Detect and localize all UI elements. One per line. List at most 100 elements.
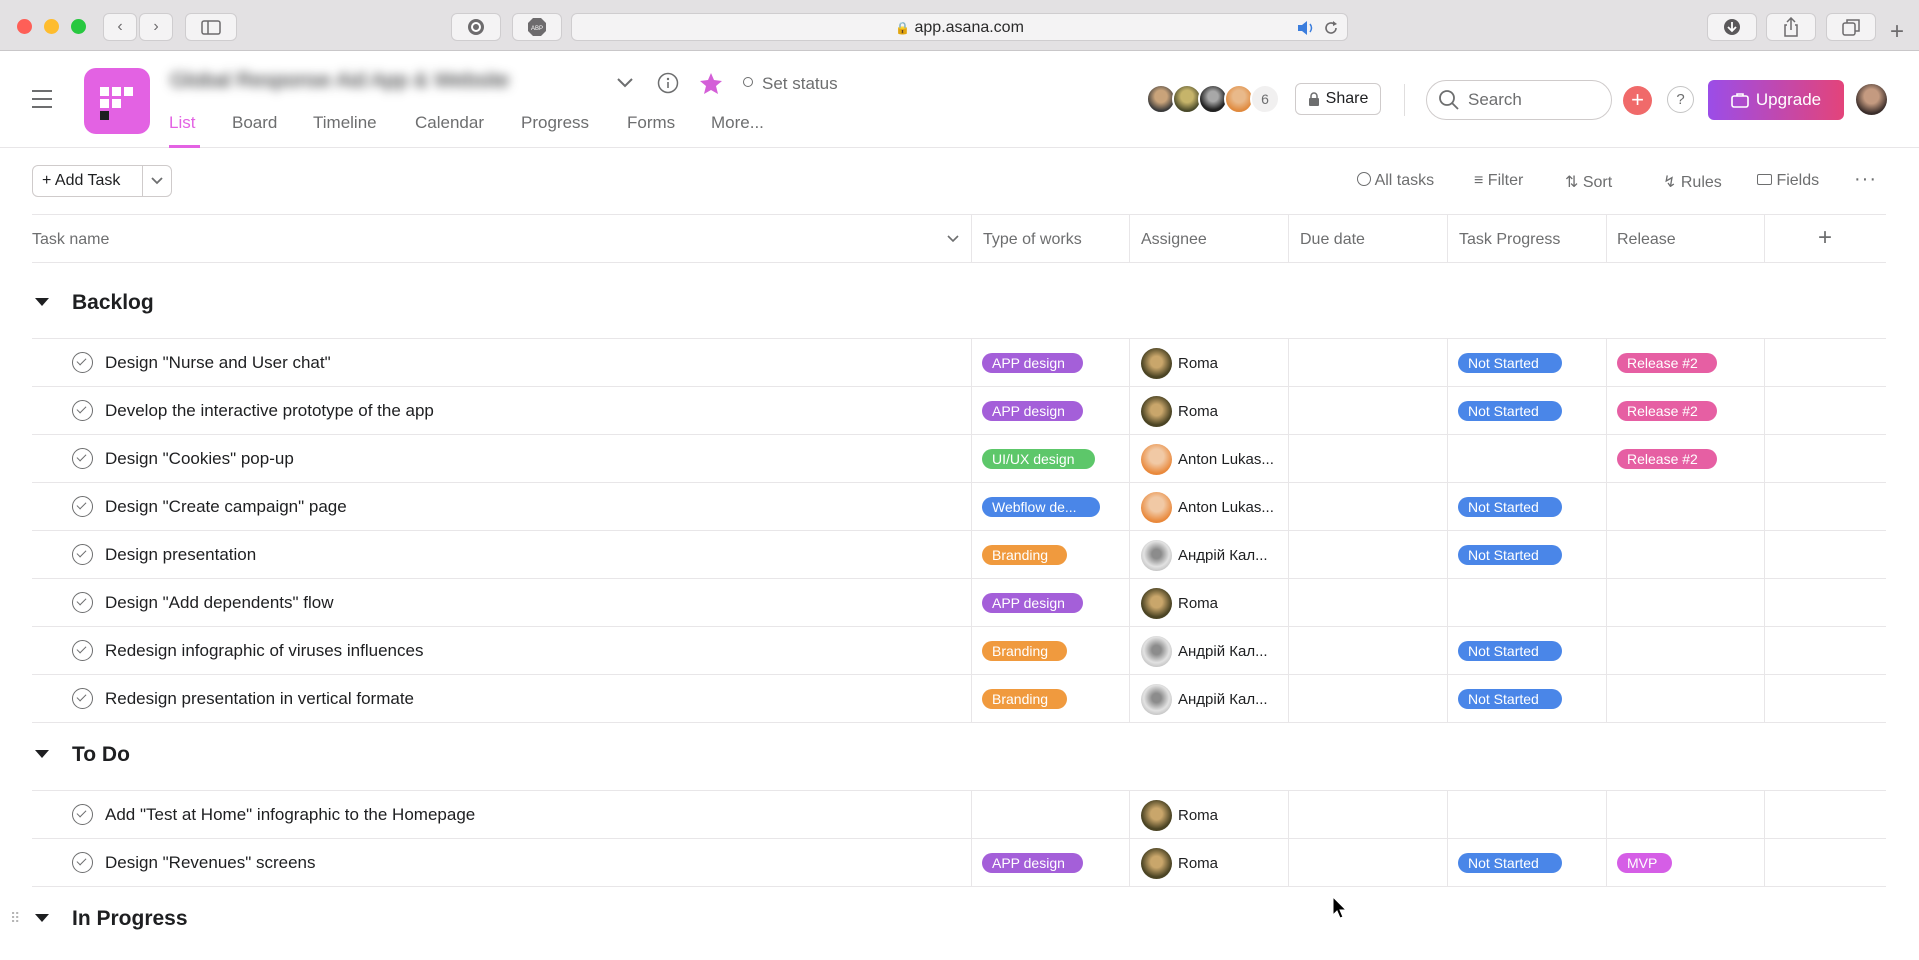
- assignee-name[interactable]: Roma: [1178, 595, 1288, 612]
- adblock-extension-button[interactable]: ABP: [512, 13, 562, 41]
- complete-task-checkbox-icon[interactable]: [72, 400, 93, 421]
- table-row[interactable]: Develop the interactive prototype of the…: [32, 387, 1886, 435]
- type-of-works-tag[interactable]: UI/UX design: [982, 449, 1095, 469]
- column-task-name[interactable]: Task name: [32, 231, 109, 249]
- close-window-button[interactable]: [17, 19, 32, 34]
- task-name[interactable]: Design "Revenues" screens: [105, 853, 316, 873]
- chevron-down-icon[interactable]: [946, 234, 960, 244]
- column-due-date[interactable]: Due date: [1300, 231, 1365, 249]
- section-title-to-do[interactable]: To Do: [72, 743, 130, 767]
- table-row[interactable]: Design "Add dependents" flow APP design Ro…: [32, 579, 1886, 627]
- upgrade-button[interactable]: Upgrade: [1708, 80, 1844, 120]
- forward-button[interactable]: ›: [139, 13, 173, 41]
- avatar[interactable]: [1141, 636, 1172, 667]
- avatar[interactable]: [1141, 492, 1172, 523]
- task-name[interactable]: Develop the interactive prototype of the…: [105, 401, 434, 421]
- avatar[interactable]: [1141, 588, 1172, 619]
- assignee-name[interactable]: Андрій Кал...: [1178, 547, 1288, 564]
- type-of-works-tag[interactable]: Webflow de...: [982, 497, 1100, 517]
- tab-timeline[interactable]: Timeline: [313, 113, 377, 133]
- assignee-name[interactable]: Roma: [1178, 355, 1288, 372]
- collapse-triangle-icon[interactable]: [35, 750, 49, 758]
- task-name[interactable]: Add "Test at Home" infographic to the Ho…: [105, 805, 475, 825]
- release-tag[interactable]: MVP: [1617, 853, 1672, 873]
- filter-button[interactable]: ≡ Filter: [1474, 172, 1523, 190]
- quick-add-button[interactable]: +: [1623, 86, 1652, 115]
- assignee-name[interactable]: Андрій Кал...: [1178, 643, 1288, 660]
- complete-task-checkbox-icon[interactable]: [72, 352, 93, 373]
- column-type-of-works[interactable]: Type of works: [983, 231, 1082, 249]
- avatar[interactable]: [1141, 684, 1172, 715]
- address-bar[interactable]: 🔒 app.asana.com: [571, 13, 1348, 41]
- task-progress-badge[interactable]: Not Started: [1458, 689, 1562, 709]
- assignee-name[interactable]: Андрій Кал...: [1178, 691, 1288, 708]
- table-row[interactable]: Design "Nurse and User chat" APP design Ro…: [32, 339, 1886, 387]
- tab-list[interactable]: List: [169, 113, 195, 133]
- task-progress-badge[interactable]: Not Started: [1458, 353, 1562, 373]
- complete-task-checkbox-icon[interactable]: [72, 496, 93, 517]
- table-row[interactable]: Add "Test at Home" infographic to the Ho…: [32, 791, 1886, 839]
- sidebar-toggle-button[interactable]: [185, 13, 237, 41]
- section-title-backlog[interactable]: Backlog: [72, 291, 154, 315]
- tab-forms[interactable]: Forms: [627, 113, 675, 133]
- task-progress-badge[interactable]: Not Started: [1458, 401, 1562, 421]
- sort-button[interactable]: ⇅ Sort: [1565, 172, 1612, 192]
- assignee-name[interactable]: Anton Lukas...: [1178, 451, 1288, 468]
- type-of-works-tag[interactable]: APP design: [982, 401, 1083, 421]
- tab-calendar[interactable]: Calendar: [415, 113, 484, 133]
- task-progress-badge[interactable]: Not Started: [1458, 641, 1562, 661]
- type-of-works-tag[interactable]: APP design: [982, 353, 1083, 373]
- fields-button[interactable]: Fields: [1757, 172, 1819, 190]
- share-button[interactable]: Share: [1295, 83, 1381, 115]
- task-name[interactable]: Design "Create campaign" page: [105, 497, 347, 517]
- more-options-icon[interactable]: ···: [1854, 168, 1877, 191]
- complete-task-checkbox-icon[interactable]: [72, 448, 93, 469]
- release-tag[interactable]: Release #2: [1617, 401, 1717, 421]
- set-status-button[interactable]: Set status: [762, 74, 838, 94]
- avatar[interactable]: [1141, 396, 1172, 427]
- avatar[interactable]: [1141, 540, 1172, 571]
- type-of-works-tag[interactable]: Branding: [982, 545, 1067, 565]
- table-row[interactable]: Design presentation Branding Андрій Кал...…: [32, 531, 1886, 579]
- table-row[interactable]: Redesign infographic of viruses influenc…: [32, 627, 1886, 675]
- release-tag[interactable]: Release #2: [1617, 449, 1717, 469]
- back-button[interactable]: ‹: [103, 13, 137, 41]
- rules-button[interactable]: ↯ Rules: [1663, 172, 1722, 192]
- project-logo-icon[interactable]: [84, 68, 150, 134]
- reload-icon[interactable]: [1322, 19, 1340, 37]
- collapse-triangle-icon[interactable]: [35, 298, 49, 306]
- column-release[interactable]: Release: [1617, 231, 1676, 249]
- table-row[interactable]: Design "Cookies" pop-up UI/UX design Anton…: [32, 435, 1886, 483]
- info-icon[interactable]: [657, 72, 679, 94]
- column-assignee[interactable]: Assignee: [1141, 231, 1207, 249]
- task-progress-badge[interactable]: Not Started: [1458, 853, 1562, 873]
- section-title-in-progress[interactable]: In Progress: [72, 907, 188, 931]
- complete-task-checkbox-icon[interactable]: [72, 852, 93, 873]
- avatar[interactable]: [1141, 444, 1172, 475]
- avatar[interactable]: [1141, 800, 1172, 831]
- avatar[interactable]: [1141, 848, 1172, 879]
- assignee-name[interactable]: Roma: [1178, 807, 1288, 824]
- avatar[interactable]: [1141, 348, 1172, 379]
- maximize-window-button[interactable]: [71, 19, 86, 34]
- collapse-triangle-icon[interactable]: [35, 914, 49, 922]
- user-avatar[interactable]: [1856, 84, 1887, 115]
- type-of-works-tag[interactable]: Branding: [982, 689, 1067, 709]
- help-button[interactable]: ?: [1667, 86, 1694, 113]
- column-task-progress[interactable]: Task Progress: [1459, 231, 1560, 249]
- task-name[interactable]: Redesign presentation in vertical format…: [105, 689, 414, 709]
- type-of-works-tag[interactable]: APP design: [982, 593, 1083, 613]
- assignee-name[interactable]: Roma: [1178, 403, 1288, 420]
- assignee-name[interactable]: Roma: [1178, 855, 1288, 872]
- chevron-down-icon[interactable]: [150, 176, 164, 186]
- complete-task-checkbox-icon[interactable]: [72, 688, 93, 709]
- release-tag[interactable]: Release #2: [1617, 353, 1717, 373]
- task-progress-badge[interactable]: Not Started: [1458, 497, 1562, 517]
- tab-overview-button[interactable]: [1826, 13, 1876, 41]
- task-name[interactable]: Design "Cookies" pop-up: [105, 449, 294, 469]
- new-tab-icon[interactable]: +: [1890, 18, 1904, 46]
- task-name[interactable]: Design "Nurse and User chat": [105, 353, 331, 373]
- assignee-name[interactable]: Anton Lukas...: [1178, 499, 1288, 516]
- task-name[interactable]: Design "Add dependents" flow: [105, 593, 334, 613]
- downloads-button[interactable]: [1707, 13, 1757, 41]
